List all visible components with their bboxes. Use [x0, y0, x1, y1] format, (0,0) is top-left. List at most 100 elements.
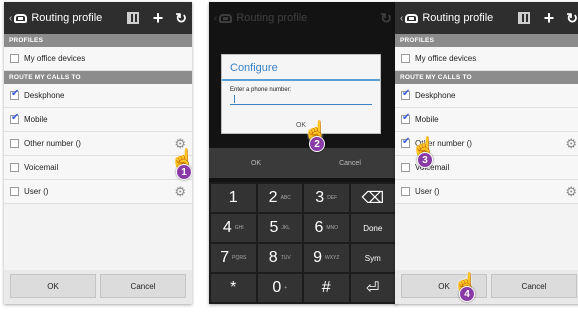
keypad-key[interactable]: 8 TUV	[257, 244, 302, 272]
configure-dialog: Configure Enter a phone number: OK	[221, 54, 381, 134]
gear-icon[interactable]: ⚙	[565, 184, 577, 200]
section-header-route: ROUTE MY CALLS TO	[4, 71, 192, 84]
step-badge: 3	[417, 152, 433, 168]
route-label: User ()	[415, 187, 440, 196]
other-number-checkbox[interactable]	[401, 136, 410, 148]
user-checkbox[interactable]	[10, 187, 19, 196]
button-bar: OK Cancel	[4, 270, 192, 304]
route-label: Deskphone	[415, 91, 456, 100]
route-item-other-number[interactable]: Other number () ⚙	[4, 132, 192, 156]
key-main-label: *	[230, 279, 237, 296]
action-bar: ‹ Routing profile + ↻	[4, 2, 192, 34]
route-label: Deskphone	[24, 91, 65, 100]
refresh-icon[interactable]: ↻	[175, 10, 187, 27]
key-main-label: 6	[314, 219, 324, 236]
numeric-keypad: 1 2 ABC 3 DEF ⌫ 4 GHI 5 JKL 6 MNO Done 7 PQRS 8 TUV 9 WXYZ…	[209, 182, 397, 304]
cancel-button: Cancel	[339, 159, 361, 167]
key-main-label: 2	[268, 189, 278, 206]
route-item-deskphone[interactable]: Deskphone	[395, 84, 578, 108]
add-icon[interactable]: +	[153, 9, 164, 27]
key-main-label: 7	[220, 249, 230, 266]
back-chevron-icon[interactable]: ‹	[9, 13, 12, 24]
gear-icon[interactable]: ⚙	[565, 136, 577, 152]
profile-label: My office devices	[415, 54, 477, 63]
dimmed-button-bar: OK Cancel	[209, 148, 397, 178]
keypad-key[interactable]: 4 GHI	[211, 214, 256, 242]
key-main-label: 1	[228, 189, 238, 206]
profile-item[interactable]: My office devices	[395, 47, 578, 71]
keypad-key[interactable]: 2 ABC	[257, 184, 302, 212]
qr-code-icon[interactable]	[517, 12, 530, 24]
refresh-icon[interactable]: ↻	[566, 10, 578, 27]
page-title: Routing profile	[31, 12, 103, 24]
section-header-profiles: PROFILES	[4, 34, 192, 47]
key-letters: WXYZ	[324, 255, 340, 261]
keypad-key[interactable]: 9 WXYZ	[304, 244, 349, 272]
route-label: Voicemail	[24, 163, 59, 172]
key-main-label: ⌫	[361, 190, 385, 207]
button-bar: OK Cancel	[395, 270, 578, 304]
key-letters: TUV	[280, 255, 291, 261]
phone-app-icon	[14, 13, 28, 23]
gear-icon[interactable]: ⚙	[174, 184, 186, 200]
keypad-key[interactable]: #	[304, 274, 349, 302]
route-label: Mobile	[415, 115, 439, 124]
keypad-key[interactable]: 0 +	[257, 274, 302, 302]
ok-button: OK	[250, 159, 262, 167]
keypad-key[interactable]: *	[211, 274, 256, 302]
keypad-key[interactable]: ⏎	[350, 274, 395, 302]
other-number-checkbox[interactable]	[10, 139, 19, 148]
route-item-mobile[interactable]: Mobile	[4, 108, 192, 132]
voicemail-checkbox[interactable]	[10, 163, 19, 172]
page-title: Routing profile	[422, 12, 494, 24]
keypad-key[interactable]: 1	[211, 184, 256, 212]
user-checkbox[interactable]	[401, 187, 410, 196]
step-badge: 2	[309, 136, 325, 152]
cancel-button[interactable]: Cancel	[491, 274, 577, 298]
key-main-label: 9	[313, 249, 322, 266]
screen-routing-profile: ‹ Routing profile + ↻ PROFILES My office…	[4, 2, 192, 304]
keypad-key[interactable]: 7 PQRS	[211, 244, 256, 272]
key-main-label: 4	[222, 219, 232, 236]
route-item-deskphone[interactable]: Deskphone	[4, 84, 192, 108]
key-letters: MNO	[326, 225, 339, 231]
deskphone-checkbox[interactable]	[10, 88, 19, 100]
profile-checkbox[interactable]	[401, 54, 410, 63]
route-item-user[interactable]: User () ⚙	[395, 180, 578, 204]
mobile-checkbox[interactable]	[401, 112, 410, 124]
mobile-checkbox[interactable]	[10, 112, 19, 124]
phone-number-input[interactable]	[230, 95, 372, 105]
ok-button[interactable]: OK	[10, 274, 96, 298]
voicemail-checkbox[interactable]	[401, 163, 410, 172]
route-label: User ()	[24, 187, 49, 196]
key-letters: PQRS	[232, 255, 247, 261]
add-icon[interactable]: +	[544, 9, 555, 27]
keypad-key[interactable]: 6 MNO	[304, 214, 349, 242]
keypad-key[interactable]: Done	[350, 214, 395, 242]
profile-item[interactable]: My office devices	[4, 47, 192, 71]
deskphone-checkbox[interactable]	[401, 88, 410, 100]
keypad-key[interactable]: 5 JKL	[257, 214, 302, 242]
cancel-button[interactable]: Cancel	[100, 274, 186, 298]
qr-code-icon[interactable]	[126, 12, 139, 24]
section-header-profiles: PROFILES	[395, 34, 578, 47]
screen-configure-dialog: ‹ Routing profile ↻ Configure Enter a ph…	[209, 2, 397, 304]
route-item-voicemail[interactable]: Voicemail	[4, 156, 192, 180]
keypad-key[interactable]: 3 DEF	[304, 184, 349, 212]
step-badge: 4	[459, 286, 475, 302]
dialog-ok-button[interactable]: OK	[222, 122, 380, 129]
route-label: Other number ()	[415, 139, 472, 148]
key-letters: +	[284, 285, 288, 291]
key-main-label: 3	[315, 189, 325, 206]
profile-checkbox[interactable]	[10, 54, 19, 63]
key-main-label: 5	[269, 219, 279, 236]
key-letters: ABC	[280, 195, 291, 201]
route-item-user[interactable]: User () ⚙	[4, 180, 192, 204]
key-main-label: #	[321, 279, 331, 296]
route-item-mobile[interactable]: Mobile	[395, 108, 578, 132]
back-chevron-icon[interactable]: ‹	[400, 13, 403, 24]
key-main-label: Done	[363, 223, 383, 233]
keypad-key[interactable]: Sym	[350, 244, 395, 272]
keypad-key[interactable]: ⌫	[350, 184, 395, 212]
action-bar: ‹ Routing profile + ↻	[395, 2, 578, 34]
